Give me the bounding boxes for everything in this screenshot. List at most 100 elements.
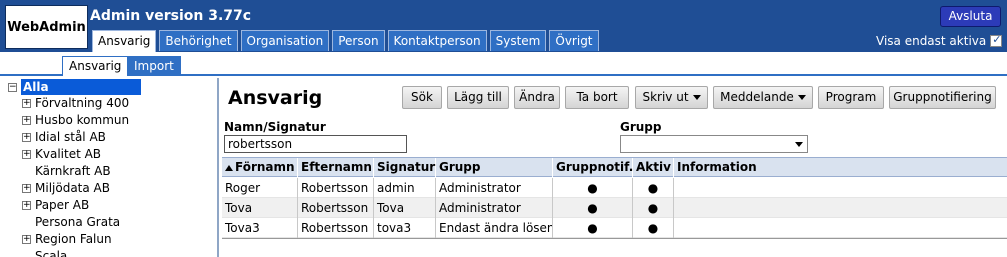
cell-active: ● xyxy=(633,218,674,238)
table-row[interactable]: Tova Robertsson Tova Administrator ● ● xyxy=(222,198,1007,218)
search-button[interactable]: Sök xyxy=(402,86,442,109)
subtab-import[interactable]: Import xyxy=(127,56,181,76)
cell-group-notif: ● xyxy=(553,178,633,198)
cell-firstname: Tova3 xyxy=(222,218,298,238)
webadmin-logo: WebAdmin xyxy=(5,5,88,49)
page-title: Ansvarig xyxy=(228,87,323,109)
chevron-down-icon xyxy=(795,142,803,147)
tree-item[interactable]: + Miljödata AB xyxy=(22,180,110,196)
tab-system[interactable]: System xyxy=(489,30,547,51)
message-label: Meddelande xyxy=(720,90,794,104)
column-header-lastname[interactable]: Efternamn xyxy=(298,158,374,177)
table-row[interactable]: Roger Robertsson admin Administrator ● ● xyxy=(222,178,1007,198)
tree-item[interactable]: + Paper AB xyxy=(22,197,89,213)
tree-item[interactable]: Persona Grata xyxy=(35,214,120,230)
tree-item-label[interactable]: Husbo kommun xyxy=(35,112,129,128)
exit-button[interactable]: Avsluta xyxy=(940,6,1001,27)
tab-ovrigt[interactable]: Övrigt xyxy=(549,30,599,51)
organization-tree: − Alla + Förvaltning 400 + Husbo kommun … xyxy=(0,78,219,257)
expand-icon[interactable]: + xyxy=(22,149,31,159)
cell-group: Endast ändra lösen xyxy=(436,218,553,238)
show-active-label: Visa endast aktiva xyxy=(876,34,987,48)
cell-firstname: Tova xyxy=(222,198,298,218)
tree-item-label[interactable]: Idial stål AB xyxy=(35,129,106,145)
chevron-down-icon xyxy=(692,95,701,100)
show-active-toggle[interactable]: Visa endast aktiva xyxy=(876,33,1003,48)
print-label: Skriv ut xyxy=(642,90,689,104)
tree-item[interactable]: + Region Falun xyxy=(22,231,112,247)
message-button[interactable]: Meddelande xyxy=(713,86,813,109)
remove-button[interactable]: Ta bort xyxy=(565,86,629,109)
column-header-active[interactable]: Aktiv xyxy=(633,158,674,177)
cell-active: ● xyxy=(633,178,674,198)
chevron-down-icon xyxy=(797,95,806,100)
column-header-firstname[interactable]: Förnamn xyxy=(222,158,298,177)
expand-icon[interactable]: + xyxy=(22,115,31,125)
grid-header: Förnamn Efternamn Signatur Grupp Gruppno… xyxy=(222,157,1007,177)
group-filter-label: Grupp xyxy=(620,120,662,134)
cell-signature: tova3 xyxy=(374,218,436,238)
app-title: Admin version 3.77c xyxy=(90,8,252,24)
name-filter-input[interactable]: robertsson xyxy=(224,135,407,153)
cell-group-notif: ● xyxy=(553,218,633,238)
expand-icon[interactable]: + xyxy=(22,132,31,142)
table-row[interactable]: Tova3 Robertsson tova3 Endast ändra löse… xyxy=(222,218,1007,238)
tree-item-label[interactable]: Paper AB xyxy=(35,197,89,213)
tree-item[interactable]: Scala xyxy=(35,248,67,257)
subtab-ansvarig[interactable]: Ansvarig xyxy=(62,56,129,76)
cell-lastname: Robertsson xyxy=(298,178,374,198)
change-button[interactable]: Ändra xyxy=(514,86,560,109)
tree-item-label[interactable]: Förvaltning 400 xyxy=(35,95,129,111)
tree-item[interactable]: + Förvaltning 400 xyxy=(22,95,129,111)
tab-ansvarig[interactable]: Ansvarig xyxy=(92,30,157,52)
cell-group: Administrator xyxy=(436,198,553,218)
expand-icon[interactable]: + xyxy=(22,98,31,108)
cell-signature: Tova xyxy=(374,198,436,218)
cell-group: Administrator xyxy=(436,178,553,198)
tab-organisation[interactable]: Organisation xyxy=(240,30,330,51)
column-header-group-notif[interactable]: Gruppnotif. xyxy=(553,158,633,177)
cell-group-notif: ● xyxy=(553,198,633,218)
tree-item-label[interactable]: Scala xyxy=(35,248,67,257)
expand-icon[interactable]: + xyxy=(22,183,31,193)
column-header-information[interactable]: Information xyxy=(674,158,1007,177)
cell-firstname: Roger xyxy=(222,178,298,198)
tree-item-label[interactable]: Miljödata AB xyxy=(35,180,110,196)
add-button[interactable]: Lägg till xyxy=(447,86,509,109)
tree-item[interactable]: Kärnkraft AB xyxy=(35,163,111,179)
cell-information xyxy=(674,218,1007,238)
sort-ascending-icon xyxy=(225,164,233,171)
tab-person[interactable]: Person xyxy=(332,30,385,51)
collapse-icon[interactable]: − xyxy=(8,82,17,92)
expand-icon[interactable]: + xyxy=(22,234,31,244)
cell-lastname: Robertsson xyxy=(298,218,374,238)
column-label: Förnamn xyxy=(235,160,295,174)
tree-root-label[interactable]: Alla xyxy=(21,79,141,95)
tree-item[interactable]: + Husbo kommun xyxy=(22,112,129,128)
group-notify-button[interactable]: Gruppnotifiering xyxy=(889,86,996,109)
tab-kontaktperson[interactable]: Kontaktperson xyxy=(387,30,487,51)
cell-signature: admin xyxy=(374,178,436,198)
group-filter-select[interactable] xyxy=(620,135,808,153)
program-button[interactable]: Program xyxy=(818,86,884,109)
column-header-signature[interactable]: Signatur xyxy=(374,158,436,177)
tab-behorighet[interactable]: Behörighet xyxy=(159,30,238,51)
tree-root[interactable]: − Alla xyxy=(8,79,141,95)
main-tabs: Ansvarig Behörighet Organisation Person … xyxy=(92,30,599,52)
tree-item[interactable]: + Idial stål AB xyxy=(22,129,106,145)
app-header: WebAdmin Admin version 3.77c Avsluta Ans… xyxy=(0,0,1007,52)
cell-information xyxy=(674,178,1007,198)
name-filter-label: Namn/Signatur xyxy=(224,120,326,134)
expand-icon[interactable]: + xyxy=(22,200,31,210)
column-header-group[interactable]: Grupp xyxy=(436,158,553,177)
cell-lastname: Robertsson xyxy=(298,198,374,218)
print-button[interactable]: Skriv ut xyxy=(635,86,708,109)
show-active-checkbox[interactable] xyxy=(990,33,1003,47)
tree-item-label[interactable]: Persona Grata xyxy=(35,214,120,230)
tree-item-label[interactable]: Kärnkraft AB xyxy=(35,163,111,179)
cell-information xyxy=(674,198,1007,218)
grid-divider xyxy=(222,238,1007,239)
tree-item-label[interactable]: Kvalitet AB xyxy=(35,146,101,162)
tree-item-label[interactable]: Region Falun xyxy=(35,231,112,247)
tree-item[interactable]: + Kvalitet AB xyxy=(22,146,101,162)
